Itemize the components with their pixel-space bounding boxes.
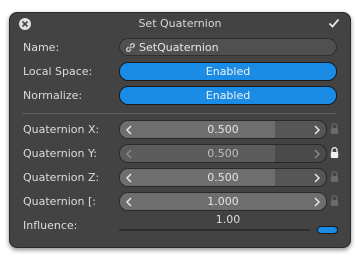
quaternion-x-row: Quaternion X: 0.500 <box>10 120 350 140</box>
increment-arrow-icon[interactable] <box>313 149 321 159</box>
quaternion-z-field[interactable]: 0.500 <box>119 168 327 187</box>
quaternion-x-field[interactable]: 0.500 <box>119 120 327 139</box>
decrement-arrow-icon[interactable] <box>125 149 133 159</box>
panel-title: Set Quaternion <box>138 17 222 30</box>
unlocked-icon[interactable] <box>330 123 339 135</box>
local-space-label: Local Space: <box>23 65 93 78</box>
increment-arrow-icon[interactable] <box>313 173 321 183</box>
quaternion-w-label: Quaternion [: <box>23 195 97 208</box>
local-space-row: Local Space: Enabled <box>10 62 350 82</box>
influence-slider-track[interactable] <box>119 229 310 231</box>
increment-arrow-icon[interactable] <box>313 125 321 135</box>
quaternion-y-label: Quaternion Y: <box>23 147 97 160</box>
influence-value: 1.00 <box>215 213 241 226</box>
local-space-toggle[interactable]: Enabled <box>119 62 337 81</box>
decrement-arrow-icon[interactable] <box>125 173 133 183</box>
lock-icon[interactable] <box>330 147 339 159</box>
decrement-arrow-icon[interactable] <box>125 197 133 207</box>
quaternion-y-field[interactable]: 0.500 <box>119 144 327 163</box>
panel-header: Set Quaternion <box>10 13 350 35</box>
name-row: Name: SetQuaternion <box>10 38 350 58</box>
influence-label: Influence: <box>23 219 78 232</box>
quaternion-z-value: 0.500 <box>207 171 239 184</box>
unlocked-icon[interactable] <box>330 195 339 207</box>
influence-row: Influence: 1.00 <box>10 213 350 236</box>
normalize-label: Normalize: <box>23 89 83 102</box>
link-icon <box>126 43 135 52</box>
normalize-row: Normalize: Enabled <box>10 86 350 106</box>
decrement-arrow-icon[interactable] <box>125 125 133 135</box>
influence-slider-knob[interactable] <box>317 226 338 234</box>
name-label: Name: <box>23 41 60 54</box>
quaternion-z-row: Quaternion Z: 0.500 <box>10 168 350 188</box>
node-panel: Set Quaternion Name: SetQuaternion Local… <box>9 12 351 248</box>
increment-arrow-icon[interactable] <box>313 197 321 207</box>
quaternion-z-label: Quaternion Z: <box>23 171 100 184</box>
checkmark-icon[interactable] <box>328 17 340 29</box>
quaternion-w-row: Quaternion [: 1.000 <box>10 192 350 212</box>
quaternion-w-value: 1.000 <box>207 195 239 208</box>
separator <box>22 113 337 114</box>
quaternion-w-field[interactable]: 1.000 <box>119 192 327 211</box>
name-value: SetQuaternion <box>139 41 219 54</box>
quaternion-x-value: 0.500 <box>207 123 239 136</box>
normalize-toggle[interactable]: Enabled <box>119 86 337 105</box>
quaternion-y-value: 0.500 <box>207 147 239 160</box>
unlocked-icon[interactable] <box>330 171 339 183</box>
quaternion-x-label: Quaternion X: <box>23 123 100 136</box>
quaternion-y-row: Quaternion Y: 0.500 <box>10 144 350 164</box>
name-field[interactable]: SetQuaternion <box>119 38 337 56</box>
